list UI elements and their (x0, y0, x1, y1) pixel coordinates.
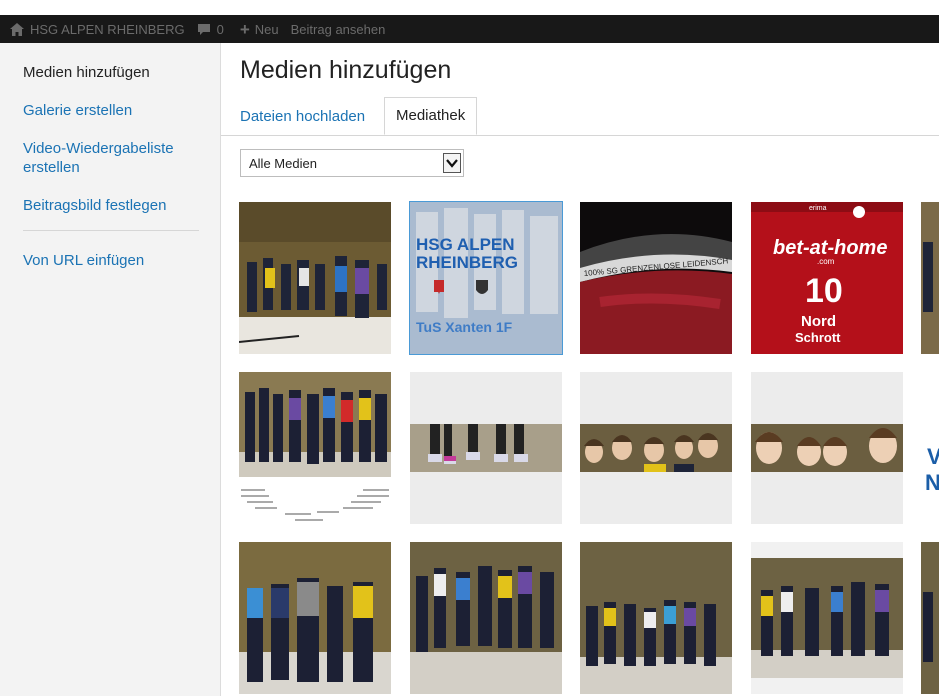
view-post-label: Beitrag ansehen (290, 21, 386, 37)
tab-media-library[interactable]: Mediathek (384, 97, 478, 135)
media-thumbnail[interactable] (410, 372, 562, 524)
comment-icon (197, 23, 210, 35)
media-filter-select[interactable]: Alle Medien (240, 149, 464, 177)
partial-text-2: N (925, 470, 939, 495)
media-thumbnail[interactable] (410, 542, 562, 694)
plus-icon: + (239, 19, 250, 39)
shirt-sponsor: bet-at-home (773, 237, 887, 259)
menu-set-featured-image[interactable]: Beitragsbild festlegen (23, 196, 203, 215)
shirt-sponsor-sub: .com (817, 257, 835, 266)
admin-bar: HSG ALPEN RHEINBERG 0 + Neu Beitrag anse… (0, 15, 939, 43)
media-menu: Medien hinzufügen Galerie erstellen Vide… (23, 63, 203, 289)
media-thumbnail[interactable] (239, 542, 391, 694)
media-thumbnail[interactable]: erima bet-at-home .com 10 Nord Schrott (751, 202, 903, 354)
logo-line1: HSG ALPEN (416, 235, 515, 254)
partial-text-1: V (927, 444, 939, 469)
router-tabs: Dateien hochladen Mediathek (221, 97, 939, 136)
shirt-number: 10 (805, 272, 843, 310)
media-thumbnail-partial[interactable] (921, 542, 939, 694)
menu-create-video-playlist[interactable]: Video-Wiedergabeliste erstellen (23, 139, 203, 177)
filter-selected-value: Alle Medien (249, 156, 317, 171)
site-link[interactable]: HSG ALPEN RHEINBERG (10, 22, 185, 37)
chevron-down-icon (443, 153, 461, 173)
home-icon (10, 22, 24, 36)
media-thumbnail-partial[interactable]: V N (921, 372, 939, 524)
media-thumbnail[interactable] (580, 372, 732, 524)
media-thumbnail-partial[interactable] (921, 202, 939, 354)
new-label: Neu (254, 21, 279, 37)
media-thumbnail[interactable] (751, 542, 903, 694)
media-thumbnail[interactable]: 100% SG GRENZENLOSE LEIDENSCH (580, 202, 732, 354)
logo-sub: TuS Xanten 1F (416, 319, 513, 335)
media-thumbnail-selected[interactable]: HSG ALPEN RHEINBERG TuS Xanten 1F (410, 202, 562, 354)
menu-insert-media[interactable]: Medien hinzufügen (23, 63, 203, 82)
page-title: Medien hinzufügen (240, 56, 452, 84)
view-post-link[interactable]: Beitrag ansehen (291, 22, 386, 37)
media-thumbnail[interactable] (580, 542, 732, 694)
site-name: HSG ALPEN RHEINBERG (30, 21, 185, 37)
menu-separator (23, 230, 199, 231)
new-link[interactable]: + Neu (240, 21, 279, 38)
shirt-back-2: Schrott (795, 330, 841, 345)
media-sidebar: Medien hinzufügen Galerie erstellen Vide… (0, 43, 221, 696)
comments-count: 0 (216, 21, 224, 37)
shirt-back-1: Nord (801, 313, 836, 330)
menu-create-gallery[interactable]: Galerie erstellen (23, 101, 203, 120)
logo-line2: RHEINBERG (416, 253, 518, 272)
comments-link[interactable]: 0 (197, 22, 224, 37)
media-thumbnail[interactable] (239, 202, 391, 354)
menu-insert-from-url[interactable]: Von URL einfügen (23, 251, 203, 270)
tab-upload-files[interactable]: Dateien hochladen (229, 99, 376, 134)
media-thumbnail[interactable] (751, 372, 903, 524)
media-thumbnail[interactable] (239, 372, 391, 524)
shirt-brand: erima (809, 205, 827, 212)
